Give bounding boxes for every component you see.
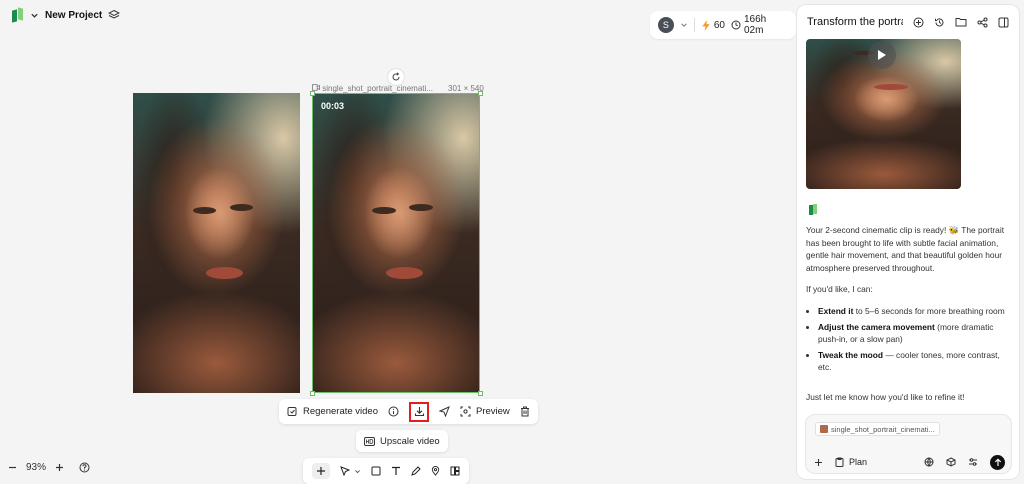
download-icon xyxy=(414,406,425,417)
portrait-eye xyxy=(229,204,254,212)
selection-outline xyxy=(312,93,480,393)
rotate-icon xyxy=(391,72,401,82)
cursor-icon[interactable] xyxy=(340,466,350,476)
sidebar-toggle-icon[interactable] xyxy=(998,17,1009,28)
trash-icon[interactable] xyxy=(520,406,530,417)
source-image-frame[interactable] xyxy=(133,93,300,393)
folder-icon[interactable] xyxy=(955,17,967,27)
option-title: Extend it xyxy=(818,306,854,316)
pencil-icon[interactable] xyxy=(411,466,421,476)
credits-count: 60 xyxy=(713,19,725,31)
avatar[interactable]: S xyxy=(658,17,674,33)
option-title: Tweak the mood xyxy=(818,349,883,360)
list-item: Tweak the mood — cooler tones, more cont… xyxy=(818,349,1014,374)
info-icon[interactable] xyxy=(388,406,399,417)
attachment-chip[interactable]: single_shot_portrait_cinemati... xyxy=(815,422,940,436)
project-header: New Project xyxy=(12,8,121,22)
assistant-message-offer: If you'd like, I can: xyxy=(806,284,873,294)
zoom-level[interactable]: 93% xyxy=(26,462,46,473)
preview-button[interactable]: Preview xyxy=(460,406,510,417)
option-text: to 5–6 seconds for more breathing room xyxy=(853,306,1005,316)
regenerate-label: Regenerate video xyxy=(303,406,378,417)
plan-label: Plan xyxy=(849,457,868,467)
chat-panel: Transform the portrait Your 2-second cin… xyxy=(796,4,1020,480)
chat-title[interactable]: Transform the portrait xyxy=(807,16,903,28)
preview-icon xyxy=(460,406,471,417)
send-icon[interactable] xyxy=(439,406,450,417)
zoom-controls: 93% xyxy=(8,462,90,473)
globe-icon[interactable] xyxy=(924,457,934,467)
lightning-icon xyxy=(701,19,711,31)
rectangle-icon[interactable] xyxy=(371,466,381,476)
chevron-down-icon[interactable] xyxy=(680,21,688,29)
play-button[interactable] xyxy=(868,41,896,69)
video-toolbar: Regenerate video Preview xyxy=(279,399,538,424)
clipboard-icon xyxy=(835,457,844,467)
location-pin-icon[interactable] xyxy=(431,466,440,476)
canvas-toolbar xyxy=(303,458,469,484)
regenerate-icon xyxy=(287,406,298,417)
arrow-up-icon xyxy=(994,457,1002,467)
upscale-label: Upscale video xyxy=(380,435,440,447)
share-icon[interactable] xyxy=(977,17,988,28)
resize-handle[interactable] xyxy=(310,391,315,396)
credits-indicator[interactable]: 60 xyxy=(701,19,725,31)
list-item: Adjust the camera movement (more dramati… xyxy=(818,321,1014,346)
attachment-name: single_shot_portrait_cinemati... xyxy=(831,424,935,434)
video-icon xyxy=(312,84,320,91)
divider xyxy=(693,18,695,32)
list-item: Extend it to 5–6 seconds for more breath… xyxy=(818,305,1014,318)
assistant-logo xyxy=(809,204,818,215)
resize-handle[interactable] xyxy=(478,391,483,396)
portrait-image xyxy=(133,93,300,393)
hd-icon xyxy=(364,436,375,446)
time-indicator[interactable]: 166h 02m xyxy=(731,14,788,36)
play-icon xyxy=(877,49,887,61)
app-logo[interactable] xyxy=(12,8,24,22)
layers-icon[interactable] xyxy=(108,9,121,21)
plan-button[interactable]: Plan xyxy=(835,457,867,467)
portrait-lips xyxy=(206,267,244,279)
frame-name: single_shot_portrait_cinemati... xyxy=(322,84,433,93)
portrait-eye xyxy=(193,207,217,215)
upscale-video-button[interactable]: Upscale video xyxy=(356,430,448,452)
assistant-message-intro: Your 2-second cinematic clip is ready! 🐝… xyxy=(806,225,1005,273)
clock-icon xyxy=(731,20,741,30)
project-title[interactable]: New Project xyxy=(45,10,102,21)
chat-composer[interactable]: single_shot_portrait_cinemati... Plan xyxy=(805,414,1012,474)
sliders-icon[interactable] xyxy=(968,457,978,467)
new-chat-icon[interactable] xyxy=(913,17,924,28)
zoom-out-icon[interactable] xyxy=(8,463,17,472)
resize-handle[interactable] xyxy=(310,91,315,96)
portrait-lips xyxy=(874,84,909,90)
frame-name-label: single_shot_portrait_cinemati... xyxy=(312,84,433,93)
assistant-options-list: Extend it to 5–6 seconds for more breath… xyxy=(806,305,1014,377)
generated-video-thumbnail[interactable] xyxy=(806,39,961,189)
assistant-message-outro: Just let me know how you'd like to refin… xyxy=(806,392,965,402)
plus-icon[interactable] xyxy=(814,458,823,467)
plus-icon xyxy=(316,466,326,476)
regenerate-video-button[interactable]: Regenerate video xyxy=(287,406,378,417)
composer-actions: Plan xyxy=(814,454,1005,470)
text-icon[interactable] xyxy=(391,466,401,476)
account-bar: S 60 166h 02m xyxy=(650,11,796,39)
chat-header: Transform the portrait xyxy=(797,5,1019,39)
chevron-down-icon[interactable] xyxy=(30,11,39,20)
history-icon[interactable] xyxy=(934,17,945,28)
zoom-in-icon[interactable] xyxy=(55,463,64,472)
help-icon[interactable] xyxy=(79,462,90,473)
layout-icon[interactable] xyxy=(450,466,460,476)
chevron-down-icon[interactable] xyxy=(354,468,361,475)
canvas-area[interactable]: New Project S 60 166h 02m single_shot_po… xyxy=(0,0,796,484)
preview-label: Preview xyxy=(476,406,510,417)
option-title: Adjust the camera movement xyxy=(818,321,935,332)
download-button[interactable] xyxy=(409,401,429,422)
send-button[interactable] xyxy=(990,454,1005,470)
add-tool[interactable] xyxy=(312,463,330,479)
cube-icon[interactable] xyxy=(946,457,956,467)
time-remaining: 166h 02m xyxy=(743,14,767,36)
resize-handle[interactable] xyxy=(478,91,483,96)
attachment-thumbnail xyxy=(820,425,828,433)
